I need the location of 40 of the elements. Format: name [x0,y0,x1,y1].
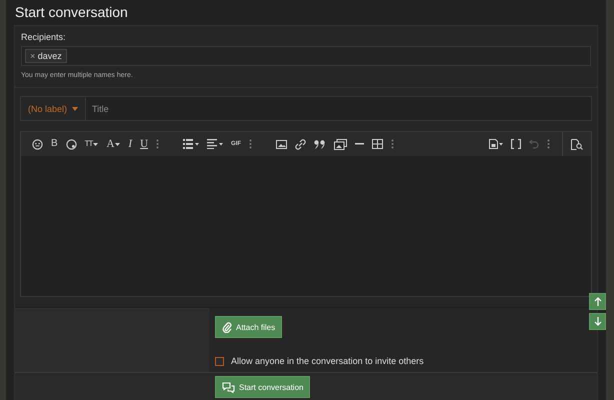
scroll-down-button[interactable] [589,313,606,330]
smiley-icon[interactable] [32,138,43,150]
paperclip-icon [222,322,232,332]
page-title: Start conversation [14,3,129,22]
bold-button[interactable]: B [51,138,58,150]
image-icon[interactable] [276,140,288,148]
recipients-field[interactable]: × davez [21,46,591,66]
arrow-up-icon [594,297,602,306]
font-size-button[interactable]: TT [84,138,92,150]
preview-icon[interactable] [571,138,583,150]
brackets-icon[interactable] [511,139,521,149]
caret-icon [93,142,98,146]
title-field[interactable]: Title [85,96,592,121]
text-color-button[interactable]: A [106,138,114,150]
arrow-down-icon [594,317,602,326]
recipient-token[interactable]: × davez [25,49,67,63]
more-icon[interactable] [547,139,550,149]
field-label: Recipients: [21,32,67,42]
link-icon[interactable] [295,138,306,150]
italic-button[interactable]: I [128,138,132,150]
more-icon[interactable] [156,139,160,149]
attach-files-button[interactable]: Attach files [215,316,282,338]
list-icon[interactable] [183,139,200,149]
horizontal-line-icon[interactable] [355,143,364,145]
checkbox[interactable] [215,356,224,366]
start-conversation-button[interactable]: Start conversation [215,376,310,398]
save-draft-icon[interactable] [489,139,503,149]
caret-icon [72,106,78,110]
media-icon[interactable] [334,138,348,150]
more-icon[interactable] [391,139,394,149]
checkbox-label: Allow anyone in the conversation to invite others [231,356,424,366]
more-icon[interactable] [249,139,252,149]
label-dropdown[interactable]: (No label) [20,96,86,121]
chat-bubbles-icon [222,382,235,392]
quote-icon[interactable] [314,140,326,148]
table-icon[interactable] [372,139,384,149]
underline-button[interactable]: U [140,138,148,150]
scroll-up-button[interactable] [589,293,606,310]
caret-icon [115,142,120,146]
align-icon[interactable] [207,139,224,149]
